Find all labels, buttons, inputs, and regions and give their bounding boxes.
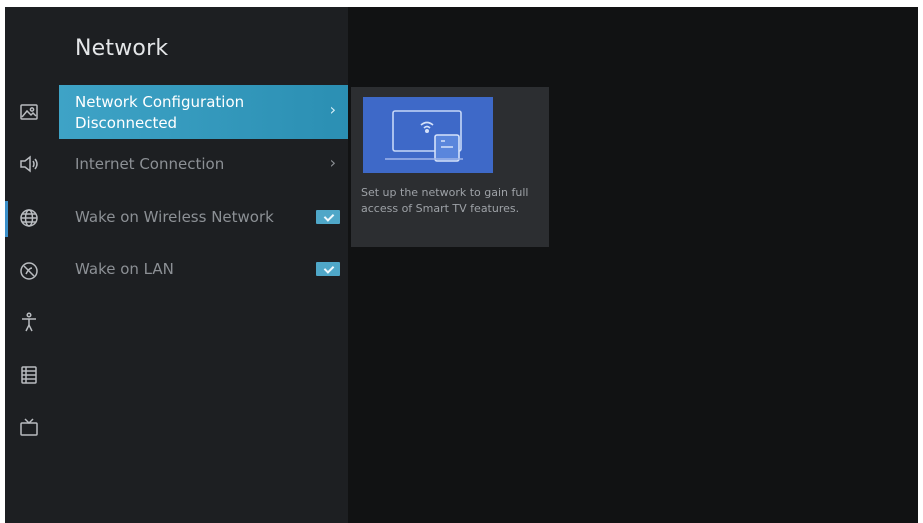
settings-panel: Network Network Configuration Disconnect… <box>5 7 348 523</box>
picture-icon[interactable] <box>18 101 40 123</box>
tv-screen: Network Network Configuration Disconnect… <box>5 7 918 523</box>
menu-item-internet-connection[interactable]: Internet Connection › <box>59 153 348 177</box>
sound-icon[interactable] <box>18 153 40 175</box>
menu-item-label: Wake on Wireless Network <box>75 208 274 226</box>
info-card: Set up the network to gain full access o… <box>351 87 549 247</box>
menu-item-wake-on-wireless-network[interactable]: Wake on Wireless Network <box>59 206 348 230</box>
satellite-icon[interactable] <box>18 260 40 282</box>
network-icon[interactable] <box>18 207 40 229</box>
sidebar-icon-rail <box>5 7 57 523</box>
tv-icon[interactable] <box>18 416 40 438</box>
wake-on-wireless-checkbox[interactable] <box>316 210 340 224</box>
info-description: Set up the network to gain full access o… <box>361 186 529 215</box>
menu-item-network-configuration[interactable]: Network Configuration Disconnected › <box>59 85 348 139</box>
chevron-right-icon: › <box>329 100 336 119</box>
active-indicator <box>5 201 8 237</box>
page-title: Network <box>75 36 169 61</box>
menu-item-label: Network Configuration <box>75 93 245 111</box>
accessibility-icon[interactable] <box>18 311 40 333</box>
system-list-icon[interactable] <box>18 364 40 386</box>
chevron-right-icon: › <box>329 153 336 172</box>
menu-item-label: Internet Connection <box>75 155 225 173</box>
menu-item-wake-on-lan[interactable]: Wake on LAN <box>59 258 348 282</box>
menu-item-status: Disconnected <box>75 114 178 132</box>
network-illustration <box>363 97 493 173</box>
menu-item-label: Wake on LAN <box>75 260 174 278</box>
wake-on-lan-checkbox[interactable] <box>316 262 340 276</box>
